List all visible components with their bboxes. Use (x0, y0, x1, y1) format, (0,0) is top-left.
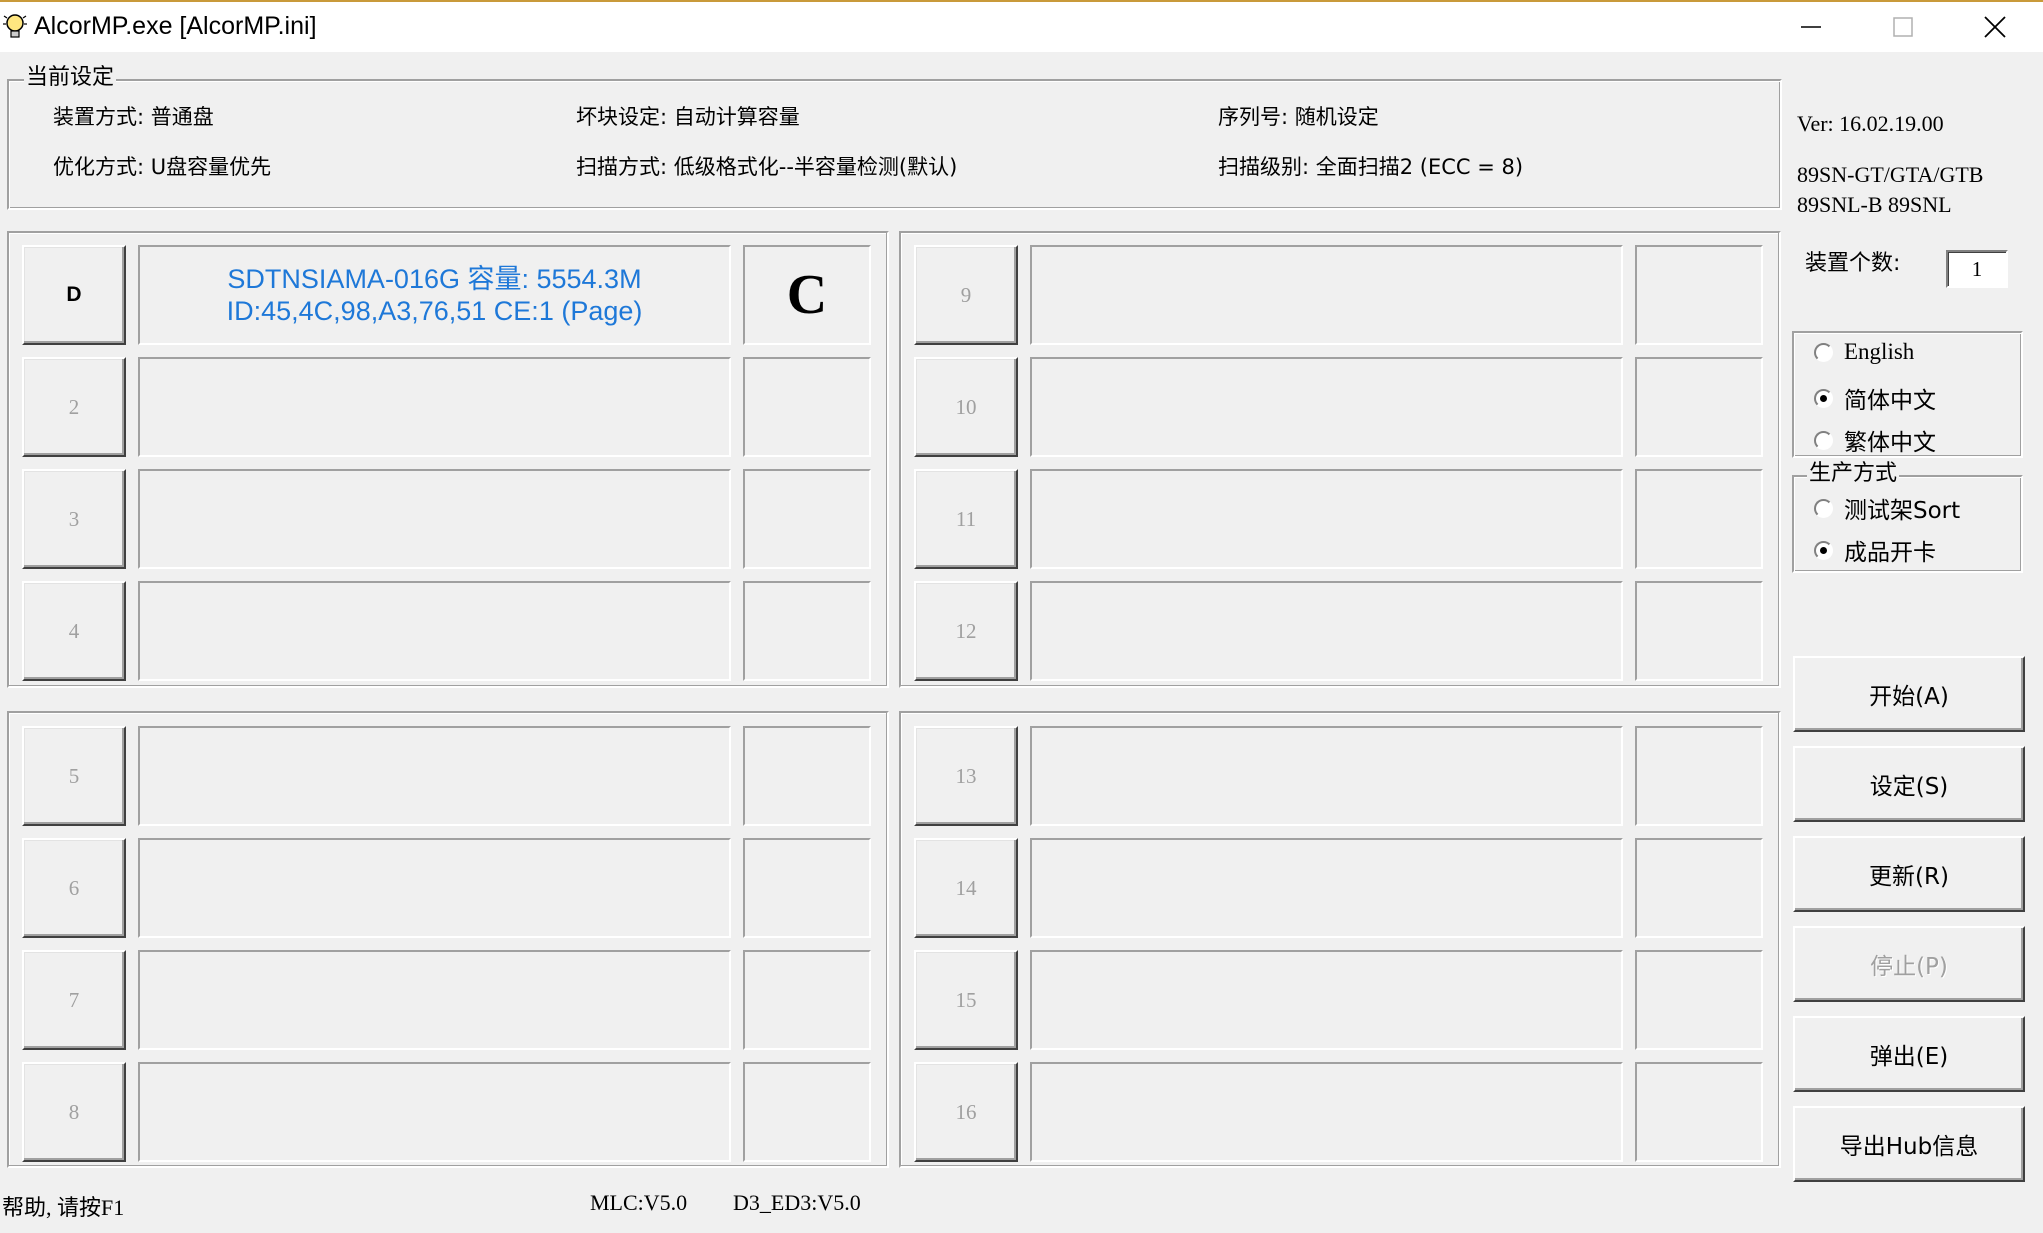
slot-11-drive-letter (1635, 469, 1763, 569)
radio-traditional-chinese[interactable]: 繁体中文 (1814, 423, 1936, 457)
production-mode-legend: 生产方式 (1807, 461, 1900, 487)
export-hub-info-button[interactable]: 导出Hub信息 (1793, 1106, 2025, 1182)
slot-14-drive-letter (1635, 838, 1763, 938)
slot-12-info (1030, 581, 1623, 681)
radio-sort-rack-label: 测试架Sort (1844, 498, 1961, 524)
window-title: AlcorMP.exe [AlcorMP.ini] (34, 12, 317, 40)
slot-1-info-line2: ID:45,4C,98,A3,76,51 CE:1 (Page) (226, 296, 643, 326)
status-mlc-version: MLC:V5.0 (590, 1190, 688, 1215)
slot-2-drive-letter (743, 357, 871, 457)
radio-finished-card-label: 成品开卡 (1844, 540, 1936, 566)
slot-1-info: SDTNSIAMA-016G 容量: 5554.3M ID:45,4C,98,A3… (138, 245, 731, 345)
slot-3-info (138, 469, 731, 569)
slot-11-button[interactable]: 11 (914, 469, 1018, 569)
slot-8-button[interactable]: 8 (22, 1062, 126, 1162)
slot-1-info-line1: SDTNSIAMA-016G 容量: 5554.3M (227, 264, 642, 294)
scan-level-text: 扫描级别: 全面扫描2 (ECC = 8) (1218, 155, 1524, 179)
slot-7-info (138, 950, 731, 1050)
slot-15-info (1030, 950, 1623, 1050)
slot-11-info (1030, 469, 1623, 569)
slot-15-button[interactable]: 15 (914, 950, 1018, 1050)
slot-9-button[interactable]: 9 (914, 245, 1018, 345)
radio-finished-card[interactable]: 成品开卡 (1814, 533, 1936, 567)
slot-2-info (138, 357, 731, 457)
scan-mode-text: 扫描方式: 低级格式化--半容量检测(默认) (576, 155, 958, 179)
slot-1-button[interactable]: D (22, 245, 126, 345)
slot-4-info (138, 581, 731, 681)
radio-english-label: English (1844, 339, 1915, 364)
slot-12-drive-letter (1635, 581, 1763, 681)
device-count-label: 装置个数: (1805, 251, 1901, 276)
slot-16-button[interactable]: 16 (914, 1062, 1018, 1162)
minimize-button[interactable] (1765, 2, 1857, 52)
serial-text: 序列号: 随机设定 (1218, 105, 1379, 129)
radio-simplified-chinese-indicator (1814, 388, 1833, 408)
optimize-mode-text: 优化方式: U盘容量优先 (53, 155, 272, 179)
radio-simplified-chinese-label: 简体中文 (1844, 388, 1936, 414)
bad-block-text: 坏块设定: 自动计算容量 (576, 105, 800, 129)
current-settings-legend: 当前设定 (24, 65, 117, 91)
slot-9-drive-letter (1635, 245, 1763, 345)
lightbulb-icon (3, 14, 27, 38)
slot-14-info (1030, 838, 1623, 938)
device-mode-text: 装置方式: 普通盘 (53, 105, 214, 129)
slot-5-info (138, 726, 731, 826)
maximize-button[interactable] (1857, 2, 1949, 52)
slot-5-drive-letter (743, 726, 871, 826)
radio-sort-rack[interactable]: 测试架Sort (1814, 491, 1960, 525)
slot-3-button[interactable]: 3 (22, 469, 126, 569)
start-button[interactable]: 开始(A) (1793, 656, 2025, 732)
close-button[interactable] (1949, 2, 2041, 52)
slot-6-drive-letter (743, 838, 871, 938)
settings-button[interactable]: 设定(S) (1793, 746, 2025, 822)
slot-12-button[interactable]: 12 (914, 581, 1018, 681)
radio-english-indicator (1814, 342, 1833, 362)
slot-4-drive-letter (743, 581, 871, 681)
slot-16-info (1030, 1062, 1623, 1162)
slot-6-info (138, 838, 731, 938)
slot-10-info (1030, 357, 1623, 457)
eject-button[interactable]: 弹出(E) (1793, 1016, 2025, 1092)
current-settings-group (7, 79, 1782, 210)
maximize-icon (1893, 17, 1913, 37)
slot-7-button[interactable]: 7 (22, 950, 126, 1050)
refresh-button[interactable]: 更新(R) (1793, 836, 2025, 912)
slot-10-button[interactable]: 10 (914, 357, 1018, 457)
slot-3-drive-letter (743, 469, 871, 569)
status-help: 帮助, 请按F1 (2, 1195, 125, 1220)
version-text: Ver: 16.02.19.00 (1797, 111, 1944, 136)
slot-2-button[interactable]: 2 (22, 357, 126, 457)
title-bar: AlcorMP.exe [AlcorMP.ini] (0, 0, 2043, 52)
slot-8-drive-letter (743, 1062, 871, 1162)
slot-7-drive-letter (743, 950, 871, 1050)
device-count-input[interactable]: 1 (1946, 250, 2008, 288)
radio-finished-card-indicator (1814, 540, 1833, 560)
close-icon (1984, 16, 2006, 38)
slot-14-button[interactable]: 14 (914, 838, 1018, 938)
slot-10-drive-letter (1635, 357, 1763, 457)
models-line-1: 89SN-GT/GTA/GTB (1797, 162, 1984, 187)
status-d3-version: D3_ED3:V5.0 (733, 1190, 861, 1215)
slot-6-button[interactable]: 6 (22, 838, 126, 938)
slot-13-info (1030, 726, 1623, 826)
radio-simplified-chinese[interactable]: 简体中文 (1814, 381, 1936, 415)
radio-english[interactable]: English (1814, 339, 1914, 365)
radio-traditional-chinese-label: 繁体中文 (1844, 430, 1936, 456)
slot-15-drive-letter (1635, 950, 1763, 1050)
slot-16-drive-letter (1635, 1062, 1763, 1162)
radio-traditional-chinese-indicator (1814, 430, 1833, 450)
slot-8-info (138, 1062, 731, 1162)
slot-4-button[interactable]: 4 (22, 581, 126, 681)
slot-5-button[interactable]: 5 (22, 726, 126, 826)
slot-13-drive-letter (1635, 726, 1763, 826)
slot-1-drive-letter: C (743, 245, 871, 345)
radio-sort-rack-indicator (1814, 498, 1833, 518)
minimize-icon (1801, 26, 1821, 28)
models-line-2: 89SNL-B 89SNL (1797, 192, 1952, 217)
stop-button[interactable]: 停止(P) (1793, 926, 2025, 1002)
slot-13-button[interactable]: 13 (914, 726, 1018, 826)
slot-9-info (1030, 245, 1623, 345)
